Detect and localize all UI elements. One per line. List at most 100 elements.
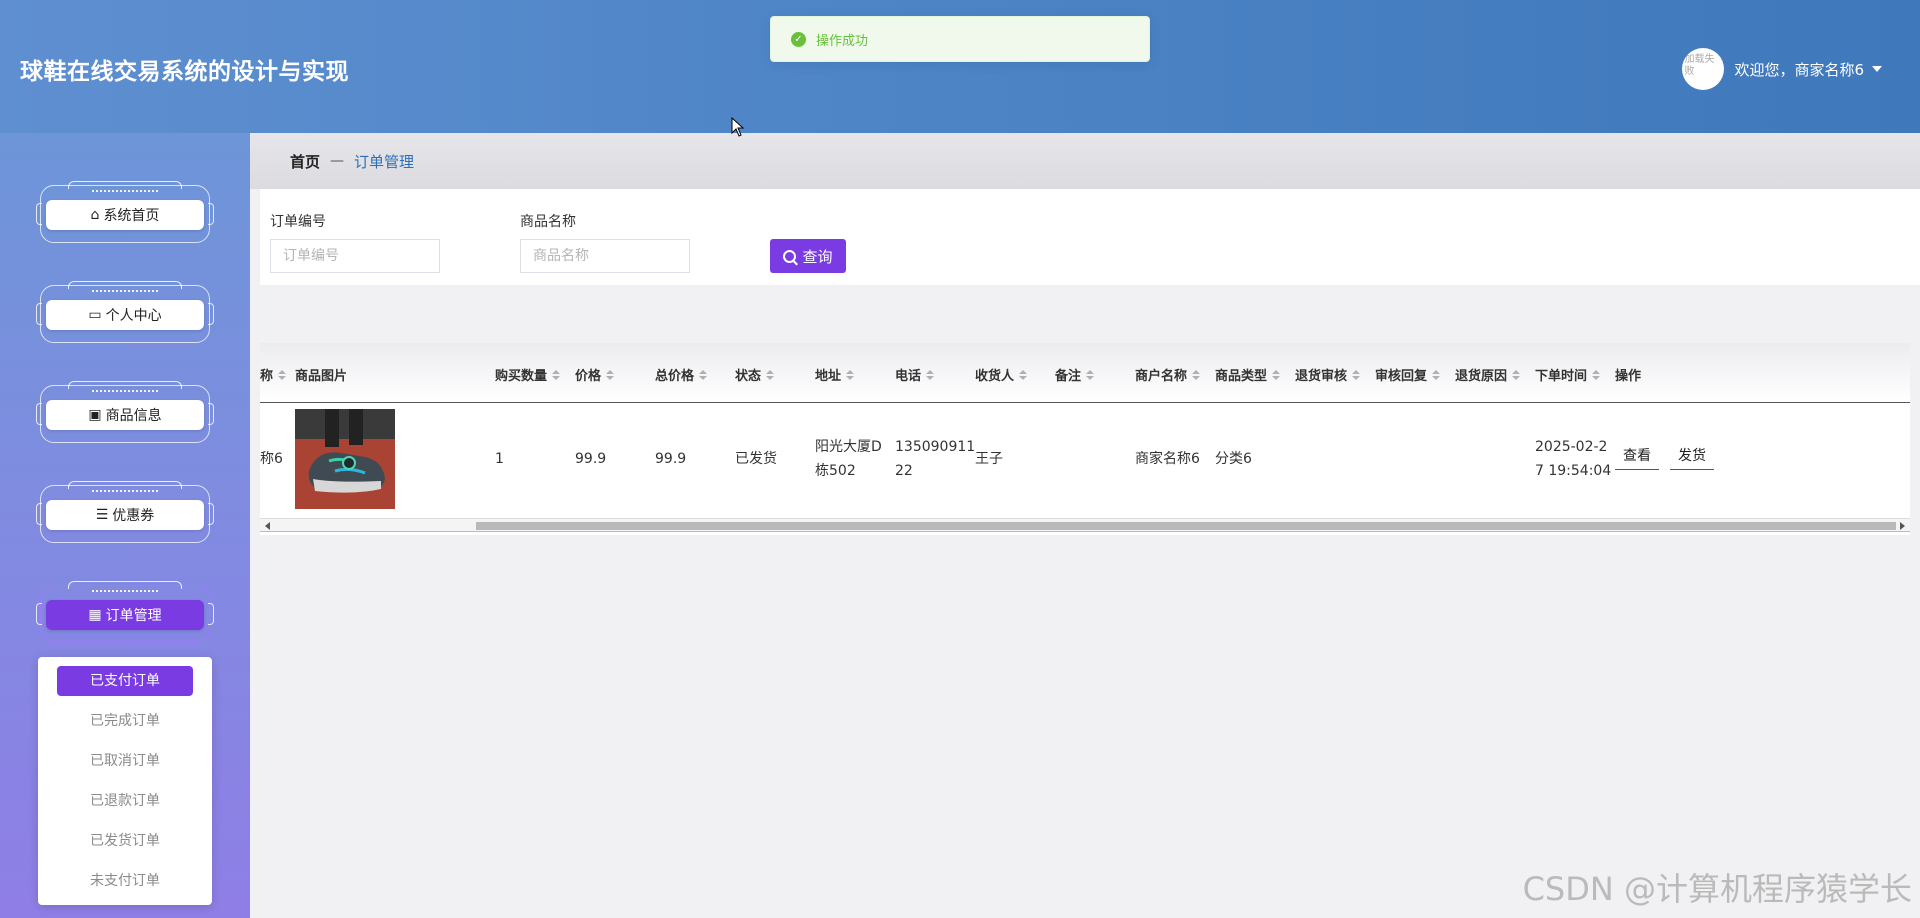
table-row: 称6 1 99.9 99.9 已发货 阳光大厦D 栋502 135090911 … [260, 403, 1910, 515]
column-header[interactable]: 称 [260, 365, 287, 384]
breadcrumb-separator: — [330, 153, 345, 169]
cell-merchant: 商家名称6 [1135, 451, 1200, 467]
sidebar-item-label: 优惠券 [112, 508, 155, 524]
home-icon: ⌂ [90, 207, 100, 223]
column-header[interactable]: 购买数量 [495, 365, 561, 384]
grid-icon: ▦ [88, 607, 102, 623]
view-button[interactable]: 查看 [1615, 445, 1659, 470]
menu-frame-dots [92, 490, 158, 492]
cell-quantity: 1 [495, 451, 504, 467]
product-name-input[interactable] [520, 239, 690, 273]
query-button[interactable]: 查询 [770, 239, 846, 273]
column-header[interactable]: 价格 [575, 365, 615, 384]
submenu-item-completed-orders[interactable]: 已完成订单 [57, 706, 193, 736]
horizontal-scrollbar[interactable] [260, 518, 1910, 532]
menu-frame-dots [92, 190, 158, 192]
sort-icon [1272, 369, 1281, 380]
search-icon [783, 249, 797, 263]
menu-frame-right [208, 303, 214, 325]
search-panel: 订单编号 商品名称 查询 [260, 189, 1920, 285]
menu-frame-right [208, 603, 214, 625]
cell-address-line1: 阳光大厦D [815, 439, 882, 455]
cell-address-line2: 栋502 [815, 463, 856, 479]
cell-order-time-line2: 7 19:54:04 [1535, 463, 1612, 479]
menu-frame-left [36, 603, 42, 625]
sidebar-button-home[interactable]: ⌂ 系统首页 [46, 200, 204, 230]
avatar[interactable]: 加载失败 [1682, 48, 1725, 90]
cell-phone-line1: 135090911 [895, 439, 976, 455]
cell-order-time-line1: 2025-02-2 [1535, 439, 1608, 455]
menu-frame-top [68, 181, 182, 189]
breadcrumb-home[interactable]: 首页 [290, 151, 320, 172]
breadcrumb: 首页 — 订单管理 [250, 133, 1920, 189]
sidebar-button-order-management[interactable]: ▦ 订单管理 [46, 600, 204, 630]
order-no-input[interactable] [270, 239, 440, 273]
submenu-item-paid-orders[interactable]: 已支付订单 [57, 666, 193, 696]
column-header[interactable]: 审核回复 [1375, 365, 1441, 384]
menu-frame-right [208, 503, 214, 525]
cell-receiver: 王子 [975, 451, 1003, 467]
ship-button[interactable]: 发货 [1670, 445, 1714, 470]
sidebar-button-personal-center[interactable]: ▭ 个人中心 [46, 300, 204, 330]
column-header[interactable]: 状态 [735, 365, 775, 384]
sidebar-button-coupons[interactable]: ☰ 优惠券 [46, 500, 204, 530]
caret-down-icon[interactable] [1872, 66, 1882, 72]
sidebar-item-personal-center[interactable]: ▭ 个人中心 [36, 281, 214, 343]
cell-name: 称6 [260, 451, 283, 467]
menu-frame-top [68, 581, 182, 589]
menu-frame-top [68, 481, 182, 489]
menu-frame-right [208, 203, 214, 225]
user-menu[interactable]: 加载失败 欢迎您，商家名称6 [1682, 48, 1882, 90]
column-header[interactable]: 退货审核 [1295, 365, 1361, 384]
cell-product-type: 分类6 [1215, 451, 1252, 467]
column-header[interactable]: 商户名称 [1135, 365, 1201, 384]
sort-icon [1592, 369, 1601, 380]
sort-icon [846, 369, 855, 380]
sidebar-button-product-info[interactable]: ▣ 商品信息 [46, 400, 204, 430]
scroll-left-icon[interactable] [265, 522, 270, 530]
column-header: 商品图片 [295, 369, 348, 384]
sidebar-item-home[interactable]: ⌂ 系统首页 [36, 181, 214, 243]
sort-icon [552, 369, 561, 380]
scroll-right-icon[interactable] [1900, 522, 1905, 530]
submenu-item-unpaid-orders[interactable]: 未支付订单 [57, 866, 193, 896]
menu-frame-dots [92, 590, 158, 592]
column-header[interactable]: 下单时间 [1535, 365, 1601, 384]
sidebar-item-order-management[interactable]: ▦ 订单管理 [36, 581, 214, 643]
sidebar-item-coupons[interactable]: ☰ 优惠券 [36, 481, 214, 543]
sort-icon [1512, 369, 1521, 380]
mouse-cursor-icon [731, 117, 745, 137]
column-header[interactable]: 电话 [895, 365, 935, 384]
column-header[interactable]: 备注 [1055, 365, 1095, 384]
menu-frame-right [208, 403, 214, 425]
product-name-label: 商品名称 [520, 214, 576, 230]
menu-frame-left [36, 203, 42, 225]
sort-icon [926, 369, 935, 380]
scrollbar-thumb[interactable] [476, 522, 1896, 530]
orders-table: 称 商品图片 购买数量 价格 总价格 状态 地址 电话 收货人 备注 商户名称 … [260, 343, 1910, 535]
column-header[interactable]: 地址 [815, 365, 855, 384]
menu-frame-top [68, 381, 182, 389]
sort-icon [766, 369, 775, 380]
sort-icon [1432, 369, 1441, 380]
app-title: 球鞋在线交易系统的设计与实现 [20, 59, 349, 85]
welcome-text[interactable]: 欢迎您，商家名称6 [1734, 59, 1864, 80]
cell-price: 99.9 [575, 451, 607, 467]
column-header[interactable]: 总价格 [655, 365, 708, 384]
watermark: CSDN @计算机程序猿学长 [1522, 870, 1912, 908]
sidebar-item-label: 订单管理 [105, 608, 162, 624]
column-header: 操作 [1615, 369, 1642, 384]
submenu-item-cancelled-orders[interactable]: 已取消订单 [57, 746, 193, 776]
submenu-item-shipped-orders[interactable]: 已发货订单 [57, 826, 193, 856]
submenu-item-refunded-orders[interactable]: 已退款订单 [57, 786, 193, 816]
sort-icon [1352, 369, 1361, 380]
table-header: 称 商品图片 购买数量 价格 总价格 状态 地址 电话 收货人 备注 商户名称 … [260, 343, 1910, 403]
sidebar-item-product-info[interactable]: ▣ 商品信息 [36, 381, 214, 443]
sort-icon [606, 369, 615, 380]
check-circle-icon: ✓ [791, 31, 806, 47]
sidebar-item-label: 商品信息 [105, 408, 162, 424]
breadcrumb-current: 订单管理 [354, 152, 415, 171]
column-header[interactable]: 商品类型 [1215, 365, 1281, 384]
column-header[interactable]: 退货原因 [1455, 365, 1521, 384]
column-header[interactable]: 收货人 [975, 365, 1028, 384]
